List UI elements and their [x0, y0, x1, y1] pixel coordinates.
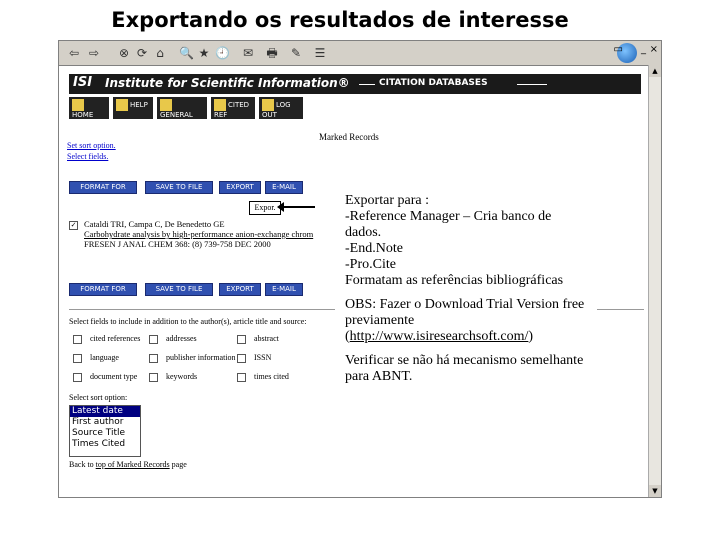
discuss-icon[interactable]: ☰ — [313, 44, 327, 62]
header-rule-left — [359, 84, 375, 85]
field-checkbox[interactable] — [149, 372, 158, 382]
restore-window-icon[interactable]: ▭ — [614, 44, 623, 55]
field-checkbox[interactable] — [237, 353, 246, 363]
home-icon — [72, 99, 84, 111]
field-language[interactable]: language — [73, 353, 119, 363]
nav-cited-ref-search-button[interactable]: CITED REF SEARCH — [211, 97, 255, 128]
field-addresses[interactable]: addresses — [149, 334, 197, 344]
note-line: OBS: Fazer o Download Trial Version free… — [345, 297, 585, 328]
isi-name: Institute for Scientific Information® — [105, 76, 350, 90]
logout-icon — [262, 99, 274, 111]
nav-logout-button[interactable]: LOG OUT — [259, 97, 303, 119]
fields-heading: Select fields to include in addition to … — [69, 317, 307, 326]
browser-window: ⇦ ⇨ ⊗ ⟳ ⌂ 🔍 ★ 🕘 ✉ 🖶 ✎ ☰ ▭ _ × ▲ ▼ ISI In… — [58, 40, 662, 498]
help-icon — [116, 99, 128, 111]
home-icon[interactable]: ⌂ — [153, 44, 167, 62]
field-checkbox[interactable] — [73, 334, 82, 344]
favorites-icon[interactable]: ★ — [197, 44, 211, 62]
scroll-down-icon[interactable]: ▼ — [649, 485, 661, 497]
field-checkbox[interactable] — [73, 353, 82, 363]
arrow-left-icon — [277, 202, 284, 212]
email-button[interactable]: E-MAIL — [265, 181, 303, 194]
note-line: Exportar para : — [345, 193, 429, 208]
slide-title: Exportando os resultados de interesse — [111, 8, 569, 32]
forward-arrow-icon[interactable]: ⇨ — [87, 44, 101, 62]
field-keywords[interactable]: keywords — [149, 372, 197, 382]
record-authors: Cataldi TRI, Campa C, De Benedetto GE — [84, 219, 225, 229]
isi-header: ISI Institute for Scientific Information… — [69, 74, 641, 94]
email-button-2[interactable]: E-MAIL — [265, 283, 303, 296]
back-arrow-icon[interactable]: ⇦ — [67, 44, 81, 62]
save-to-file-button[interactable]: SAVE TO FILE — [145, 181, 213, 194]
history-icon[interactable]: 🕘 — [215, 44, 230, 62]
nav-general-search-button[interactable]: GENERAL SEARCH — [157, 97, 207, 128]
print-icon[interactable]: 🖶 — [265, 44, 279, 62]
field-checkbox[interactable] — [149, 334, 158, 344]
back-to-top-link[interactable]: top of Marked Records — [96, 460, 170, 469]
sort-option[interactable]: First author — [70, 417, 140, 428]
record-source: FRESEN J ANAL CHEM 368: (8) 739-758 DEC … — [84, 239, 271, 249]
close-window-icon[interactable]: × — [650, 44, 658, 55]
record-title-link[interactable]: Carbohydrate analysis by high-performanc… — [84, 229, 313, 239]
field-checkbox[interactable] — [237, 334, 246, 344]
field-cited-references[interactable]: cited references — [73, 334, 140, 344]
record-checkbox[interactable]: ✓ — [69, 221, 78, 230]
note-line: Formatam as referências bibliográficas — [345, 273, 564, 288]
browser-toolbar: ⇦ ⇨ ⊗ ⟳ ⌂ 🔍 ★ 🕘 ✉ 🖶 ✎ ☰ ▭ _ × — [59, 41, 661, 66]
minimize-window-icon[interactable]: _ — [641, 44, 646, 55]
page-heading: Marked Records — [319, 132, 379, 142]
field-publisher-information[interactable]: publisher information — [149, 353, 236, 363]
format-for-print-button[interactable]: FORMAT FOR PRINT — [69, 181, 137, 202]
isiresearchsoft-link[interactable]: http://www.isiresearchsoft.com/ — [350, 329, 529, 344]
refresh-icon[interactable]: ⟳ — [135, 44, 149, 62]
note-line: -Pro.Cite — [345, 257, 396, 272]
isi-logo[interactable]: ISI — [73, 75, 92, 90]
sort-option[interactable]: Times Cited — [70, 439, 140, 450]
callout-arrow-line — [281, 206, 315, 208]
field-times-cited[interactable]: times cited — [237, 372, 289, 382]
scroll-up-icon[interactable]: ▲ — [649, 65, 661, 77]
header-rule-right — [517, 84, 547, 85]
nav-home-button[interactable]: HOME — [69, 97, 109, 119]
field-checkbox[interactable] — [237, 372, 246, 382]
sort-option[interactable]: Latest date — [70, 406, 140, 417]
export-button[interactable]: EXPORT — [219, 181, 261, 194]
field-abstract[interactable]: abstract — [237, 334, 279, 344]
field-checkbox[interactable] — [149, 353, 158, 363]
format-for-print-button-2[interactable]: FORMAT FOR PRINT — [69, 283, 137, 304]
search-icon — [160, 99, 172, 111]
annotation-box: Exportar para : -Reference Manager – Cri… — [335, 189, 597, 391]
citation-databases-label: CITATION DATABASES — [379, 78, 488, 88]
note-url-line: (http://www.isiresearchsoft.com/) — [345, 329, 534, 344]
sort-label: Select sort option: — [69, 393, 128, 402]
record-item: ✓ Cataldi TRI, Campa C, De Benedetto GE … — [69, 219, 359, 249]
stop-icon[interactable]: ⊗ — [117, 44, 131, 62]
edit-icon[interactable]: ✎ — [289, 44, 303, 62]
field-document-type[interactable]: document type — [73, 372, 137, 382]
note-line: -Reference Manager – Cria banco de dados… — [345, 209, 552, 240]
sort-option[interactable]: Source Title — [70, 428, 140, 439]
nav-help-button[interactable]: HELP — [113, 97, 153, 119]
cited-ref-icon — [214, 99, 226, 111]
note-line: Verificar se não há mecanismo semelhante… — [345, 353, 584, 384]
note-line: -End.Note — [345, 241, 403, 256]
back-to-top: Back to top of Marked Records page — [69, 460, 187, 469]
search-icon[interactable]: 🔍 — [179, 44, 194, 62]
field-issn[interactable]: ISSN — [237, 353, 271, 363]
sort-listbox[interactable]: Latest date First author Source Title Ti… — [69, 405, 141, 457]
set-sort-option-link[interactable]: Set sort option. — [67, 141, 116, 150]
select-fields-link[interactable]: Select fields. — [67, 152, 108, 161]
mail-icon[interactable]: ✉ — [241, 44, 255, 62]
save-to-file-button-2[interactable]: SAVE TO FILE — [145, 283, 213, 296]
field-checkbox[interactable] — [73, 372, 82, 382]
vertical-scrollbar[interactable]: ▲ ▼ — [648, 65, 661, 497]
export-button-2[interactable]: EXPORT — [219, 283, 261, 296]
